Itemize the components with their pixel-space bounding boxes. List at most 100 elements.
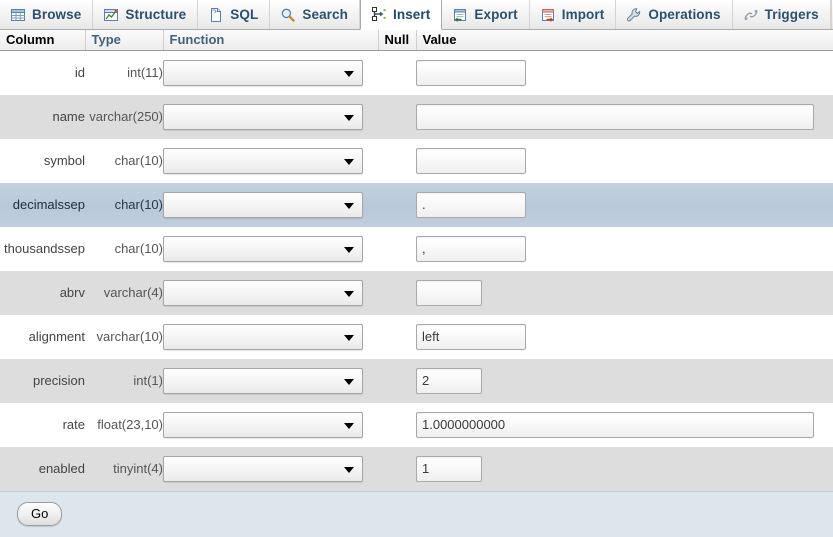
column-type-cell: char(10)	[85, 226, 163, 271]
column-type-cell: char(10)	[85, 182, 163, 227]
value-cell: .	[416, 182, 833, 227]
value-cell: 1.0000000000	[416, 402, 833, 447]
tab-import[interactable]: Import	[530, 0, 617, 29]
chevron-down-icon	[344, 290, 354, 297]
table-tab-bar: Browse Structure SQL Search Insert Export Impo…	[0, 0, 833, 30]
table-header-row: Column Type Function Null Value	[0, 30, 833, 51]
column-name-cell: alignment	[0, 314, 85, 359]
function-select[interactable]	[163, 147, 363, 174]
column-name-cell: enabled	[0, 446, 85, 491]
null-cell	[378, 446, 416, 491]
tab-label: Operations	[648, 7, 721, 22]
tab-browse[interactable]: Browse	[0, 0, 94, 29]
function-cell	[163, 182, 378, 227]
tab-label: Browse	[32, 7, 82, 22]
table-row: thousandssep char(10),	[0, 226, 833, 271]
header-null: Null	[377, 30, 416, 51]
value-input[interactable]	[416, 147, 526, 174]
null-cell	[378, 182, 416, 227]
column-name-cell: name	[0, 94, 85, 139]
function-cell	[163, 50, 378, 95]
null-cell	[378, 270, 416, 315]
column-name-cell: abrv	[0, 270, 85, 315]
function-select[interactable]	[163, 367, 363, 394]
chevron-down-icon	[344, 422, 354, 429]
function-cell	[163, 402, 378, 447]
tab-label: Search	[302, 7, 348, 22]
function-select[interactable]	[163, 235, 363, 262]
table-row: enabled tinyint(4) 1	[0, 446, 833, 491]
value-input[interactable]: left	[416, 323, 526, 350]
function-select[interactable]	[163, 103, 363, 130]
sql-document-icon	[208, 7, 224, 23]
tab-search[interactable]: Search	[270, 0, 360, 29]
function-cell	[163, 314, 378, 359]
value-input[interactable]	[416, 279, 482, 306]
chevron-down-icon	[344, 70, 354, 77]
export-icon	[452, 7, 468, 23]
function-cell	[163, 358, 378, 403]
go-button[interactable]: Go	[17, 502, 63, 526]
insert-form-table: Column Type Function Null Value id int(11…	[0, 30, 833, 491]
value-cell: ,	[416, 226, 833, 271]
search-icon	[280, 7, 296, 23]
column-type-cell: int(1)	[85, 358, 163, 403]
function-select[interactable]	[163, 455, 363, 482]
function-select[interactable]	[163, 279, 363, 306]
tab-operations[interactable]: Operations	[616, 0, 733, 29]
table-row: decimalssep char(10).	[0, 182, 833, 227]
value-input[interactable]: ,	[416, 235, 526, 262]
chevron-down-icon	[344, 334, 354, 341]
value-input[interactable]: 1	[416, 455, 482, 482]
function-cell	[163, 270, 378, 315]
tab-triggers[interactable]: Triggers	[733, 0, 831, 29]
chevron-down-icon	[344, 202, 354, 209]
value-cell	[416, 94, 833, 139]
column-type-cell: float(23,10)	[85, 402, 163, 447]
function-select[interactable]	[163, 59, 363, 86]
value-cell	[416, 50, 833, 95]
column-type-cell: varchar(4)	[85, 270, 163, 315]
column-name-cell: rate	[0, 402, 85, 447]
function-select[interactable]	[163, 191, 363, 218]
chevron-down-icon	[344, 378, 354, 385]
table-row: id int(11)	[0, 50, 833, 95]
function-cell	[163, 138, 378, 183]
table-row: rate float(23,10) 1.0000000000	[0, 402, 833, 447]
table-row: symbol char(10)	[0, 138, 833, 183]
value-input[interactable]: 2	[416, 367, 482, 394]
function-select[interactable]	[163, 411, 363, 438]
tab-insert[interactable]: Insert	[360, 0, 443, 30]
null-cell	[378, 50, 416, 95]
value-cell: 2	[416, 358, 833, 403]
tab-sql[interactable]: SQL	[198, 0, 271, 29]
column-name-cell: precision	[0, 358, 85, 403]
triggers-icon	[743, 7, 759, 23]
tab-label: Triggers	[764, 7, 819, 22]
header-type: Type	[84, 30, 163, 51]
function-select[interactable]	[163, 323, 363, 350]
column-type-cell: varchar(250)	[85, 94, 163, 139]
function-cell	[163, 226, 378, 271]
column-type-cell: varchar(10)	[85, 314, 163, 359]
column-name-cell: symbol	[0, 138, 85, 183]
tab-label: Insert	[393, 6, 431, 22]
chevron-down-icon	[344, 158, 354, 165]
header-function: Function	[162, 30, 378, 51]
value-input[interactable]: 1.0000000000	[416, 411, 814, 438]
column-name-cell: decimalssep	[0, 182, 85, 227]
insert-row-icon	[371, 6, 387, 22]
column-name-cell: thousandssep	[0, 226, 85, 271]
value-input[interactable]	[416, 103, 814, 130]
tab-export[interactable]: Export	[442, 0, 530, 29]
value-cell: 1	[416, 446, 833, 491]
null-cell	[378, 226, 416, 271]
value-input[interactable]: .	[416, 191, 526, 218]
column-type-cell: tinyint(4)	[85, 446, 163, 491]
tab-structure[interactable]: Structure	[93, 0, 199, 29]
value-input[interactable]	[416, 59, 526, 86]
null-cell	[378, 94, 416, 139]
wrench-icon	[626, 7, 642, 23]
column-name-cell: id	[0, 50, 85, 95]
tab-label: Export	[474, 7, 518, 22]
